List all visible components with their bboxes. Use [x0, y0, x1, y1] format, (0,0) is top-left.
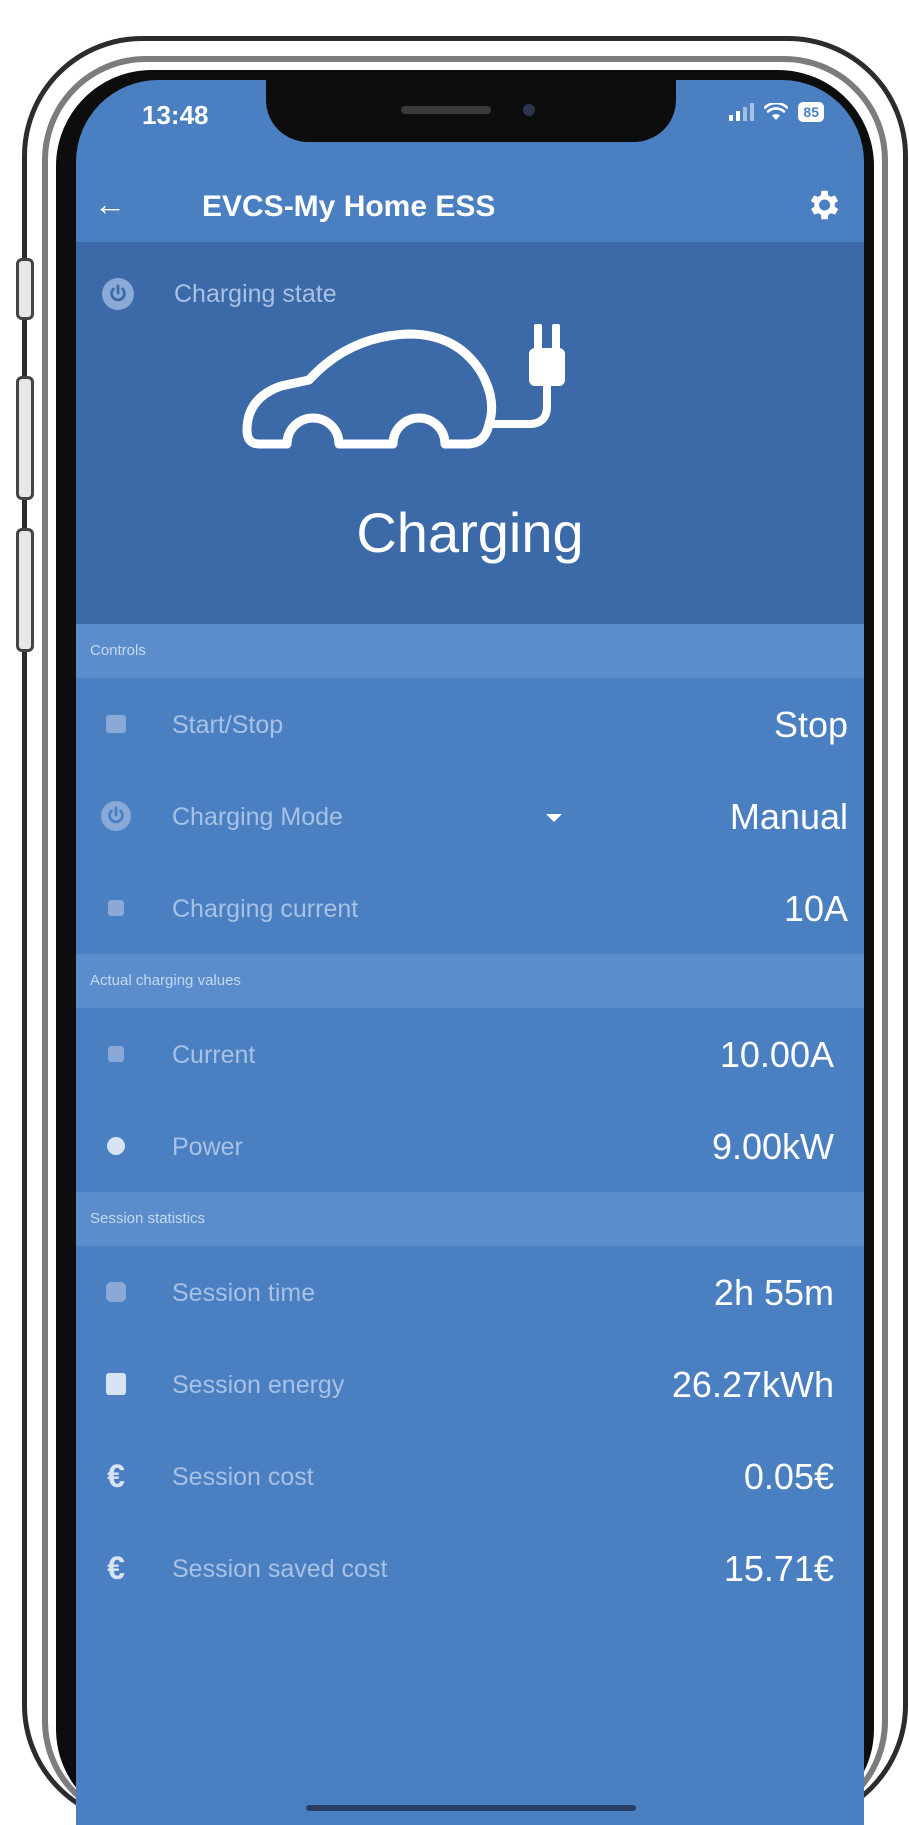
charging-status-text: Charging	[356, 501, 584, 564]
start-stop-row[interactable]: Start/Stop Stop	[76, 678, 864, 770]
page-title: EVCS-My Home ESS	[202, 190, 496, 223]
power-meter-icon	[100, 1130, 132, 1162]
app-bar: ← EVCS-My Home ESS	[76, 168, 864, 242]
session-cost-value: 0.05€	[743, 1456, 834, 1497]
euro-icon: €	[107, 1457, 125, 1494]
row-label: Start/Stop	[172, 711, 284, 739]
car-plug-icon	[242, 324, 565, 449]
session-time-row: Session time 2h 55m	[76, 1246, 864, 1338]
section-title: Actual charging values	[90, 972, 241, 989]
row-label: Session cost	[172, 1463, 314, 1491]
session-saved-cost-row: € Session saved cost 15.71€	[76, 1522, 864, 1614]
current-row: Current 10.00A	[76, 1008, 864, 1100]
volume-up-button	[16, 376, 34, 500]
row-label: Charging current	[172, 895, 359, 923]
session-energy-value: 26.27kWh	[671, 1364, 834, 1405]
row-label: Charging Mode	[172, 803, 343, 831]
chevron-down-icon[interactable]	[546, 814, 562, 822]
mode-icon	[100, 800, 132, 832]
charging-state-label: Charging state	[174, 279, 337, 308]
section-header-actual: Actual charging values	[76, 954, 864, 1008]
energy-icon	[100, 1368, 132, 1400]
start-stop-button[interactable]: Stop	[774, 704, 848, 746]
power-value: 9.00kW	[711, 1126, 834, 1167]
gear-icon[interactable]	[804, 186, 842, 224]
wifi-icon	[764, 103, 789, 120]
row-label: Session time	[172, 1279, 316, 1307]
row-label: Power	[172, 1133, 243, 1161]
session-saved-cost-value: 15.71€	[723, 1548, 834, 1589]
section-title: Session statistics	[90, 1210, 206, 1227]
charging-current-value[interactable]: 10A	[784, 888, 848, 930]
charging-mode-select[interactable]: Manual	[730, 796, 848, 838]
battery-indicator: 85	[798, 102, 824, 122]
charging-current-row[interactable]: Charging current 10A	[76, 862, 864, 954]
power-icon	[102, 278, 134, 310]
row-label: Current	[172, 1041, 256, 1069]
volume-down-button	[16, 528, 34, 652]
charging-state-panel: Charging state Charging	[76, 242, 864, 624]
front-camera	[523, 104, 535, 116]
session-energy-row: Session energy 26.27kWh	[76, 1338, 864, 1430]
charging-mode-row[interactable]: Charging Mode Manual	[76, 770, 864, 862]
app-screen: 13:48 85 ← EVCS-My Home ESS Charging sta…	[76, 80, 864, 1825]
status-icons: 85	[729, 102, 824, 122]
section-header-session: Session statistics	[76, 1192, 864, 1246]
power-plug-icon	[100, 708, 132, 740]
section-title: Controls	[90, 642, 146, 659]
row-label: Session saved cost	[172, 1555, 388, 1583]
session-cost-row: € Session cost 0.05€	[76, 1430, 864, 1522]
signal-icon	[729, 103, 755, 121]
arrow-left-icon[interactable]: ←	[94, 186, 126, 222]
notch	[266, 80, 676, 142]
euro-icon: €	[107, 1549, 125, 1586]
mute-switch	[16, 258, 34, 320]
clock-icon	[100, 1276, 132, 1308]
section-header-controls: Controls	[76, 624, 864, 678]
speaker	[401, 106, 491, 114]
current-icon	[100, 1038, 132, 1070]
status-time: 13:48	[142, 100, 209, 130]
charging-state-row: Charging state	[102, 278, 337, 310]
current-value: 10.00A	[719, 1034, 834, 1075]
current-icon	[100, 892, 132, 924]
row-label: Session energy	[172, 1371, 345, 1399]
home-indicator	[306, 1805, 636, 1811]
session-time-value: 2h 55m	[713, 1272, 834, 1313]
power-row: Power 9.00kW	[76, 1100, 864, 1192]
